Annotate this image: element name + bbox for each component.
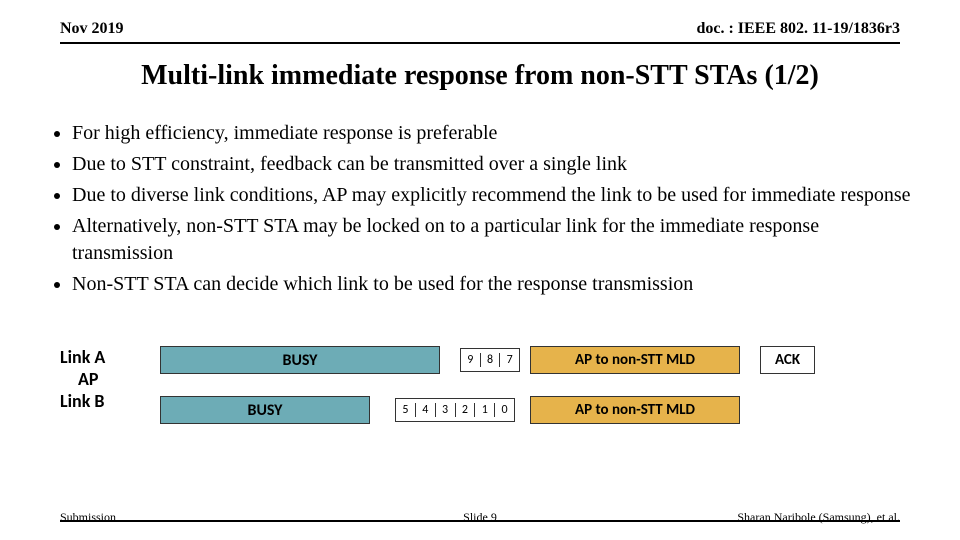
frame-b: AP to non-STT MLD bbox=[530, 396, 740, 424]
header-rule bbox=[60, 42, 900, 44]
backoff-count-b: 543210 bbox=[395, 398, 515, 422]
ap-label: AP bbox=[78, 368, 105, 390]
frame-a: AP to non-STT MLD bbox=[530, 346, 740, 374]
header-date: Nov 2019 bbox=[60, 20, 124, 37]
bullet-item: Alternatively, non-STT STA may be locked… bbox=[72, 213, 920, 267]
link-a-label: Link A bbox=[60, 346, 105, 368]
busy-block-a: BUSY bbox=[160, 346, 440, 374]
link-b-label: Link B bbox=[60, 390, 105, 412]
header-doc: doc. : IEEE 802. 11-19/1836r3 bbox=[696, 20, 900, 38]
bullet-item: For high efficiency, immediate response … bbox=[72, 120, 920, 147]
bullet-list: For high efficiency, immediate response … bbox=[50, 120, 920, 302]
ack-block: ACK bbox=[760, 346, 815, 374]
bullet-item: Due to STT constraint, feedback can be t… bbox=[72, 151, 920, 178]
bullet-item: Due to diverse link conditions, AP may e… bbox=[72, 182, 920, 209]
busy-block-b: BUSY bbox=[160, 396, 370, 424]
backoff-count-a: 987 bbox=[460, 348, 520, 372]
footer-author: Sharan Naribole (Samsung), et al. bbox=[737, 510, 900, 525]
slide-title: Multi-link immediate response from non-S… bbox=[0, 60, 960, 92]
bullet-item: Non-STT STA can decide which link to be … bbox=[72, 271, 920, 298]
